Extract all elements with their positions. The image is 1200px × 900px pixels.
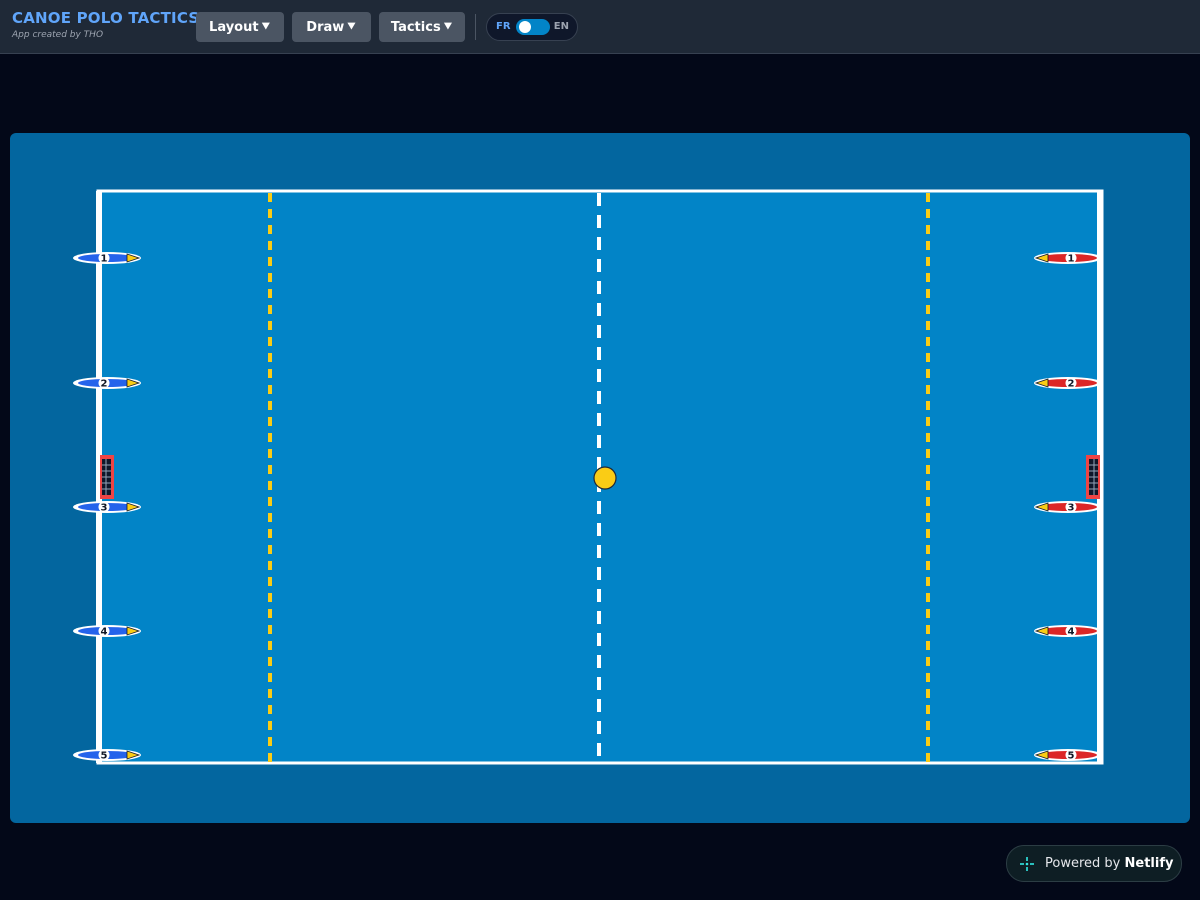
player-number: 1	[1068, 254, 1075, 265]
player-number: 1	[101, 254, 108, 265]
powered-by-brand: Netlify	[1124, 856, 1174, 871]
tactics-menu-button[interactable]: Tactics ⯆	[379, 12, 465, 42]
layout-menu-button[interactable]: Layout ⯆	[196, 12, 284, 42]
language-toggle[interactable]: FR EN	[486, 13, 578, 41]
goal-left[interactable]	[100, 455, 114, 499]
netlify-logo-icon	[1020, 856, 1034, 871]
player-number: 4	[101, 627, 108, 638]
player-number: 5	[1068, 751, 1075, 762]
pool-area: 1 2 3 4 5 1 2 3 4 5	[10, 133, 1190, 823]
draw-menu-label: Draw	[306, 19, 345, 35]
player-number: 5	[101, 751, 108, 762]
caret-down-icon: ⯆	[442, 19, 454, 35]
player-number: 2	[101, 379, 108, 390]
goal-right[interactable]	[1086, 455, 1100, 499]
player-number: 3	[1068, 503, 1075, 514]
top-toolbar: CANOE POLO TACTICS App created by THO La…	[0, 0, 1200, 54]
tactics-menu-label: Tactics	[390, 19, 441, 35]
app-title: CANOE POLO TACTICS	[12, 9, 200, 27]
player-number: 2	[1068, 379, 1075, 390]
powered-by-text: Powered by Netlify	[1045, 856, 1173, 871]
language-switch-knob[interactable]	[519, 21, 531, 33]
toolbar-divider	[475, 14, 476, 40]
layout-menu-label: Layout	[209, 19, 259, 35]
app-subtitle: App created by THO	[12, 30, 104, 40]
caret-down-icon: ⯆	[346, 19, 357, 35]
language-switch[interactable]	[516, 19, 550, 35]
caret-down-icon: ⯆	[260, 19, 271, 35]
canoe-polo-field[interactable]: 1 2 3 4 5 1 2 3 4 5	[10, 133, 1190, 823]
draw-menu-button[interactable]: Draw ⯆	[292, 12, 371, 42]
language-en-label[interactable]: EN	[554, 21, 569, 32]
language-fr-label[interactable]: FR	[496, 21, 511, 32]
powered-by-netlify-badge[interactable]: Powered by Netlify	[1006, 845, 1182, 882]
player-number: 3	[101, 503, 108, 514]
brand: CANOE POLO TACTICS App created by THO	[12, 9, 199, 41]
player-number: 4	[1068, 627, 1075, 638]
powered-by-prefix: Powered by	[1045, 856, 1121, 871]
ball[interactable]	[593, 466, 617, 490]
